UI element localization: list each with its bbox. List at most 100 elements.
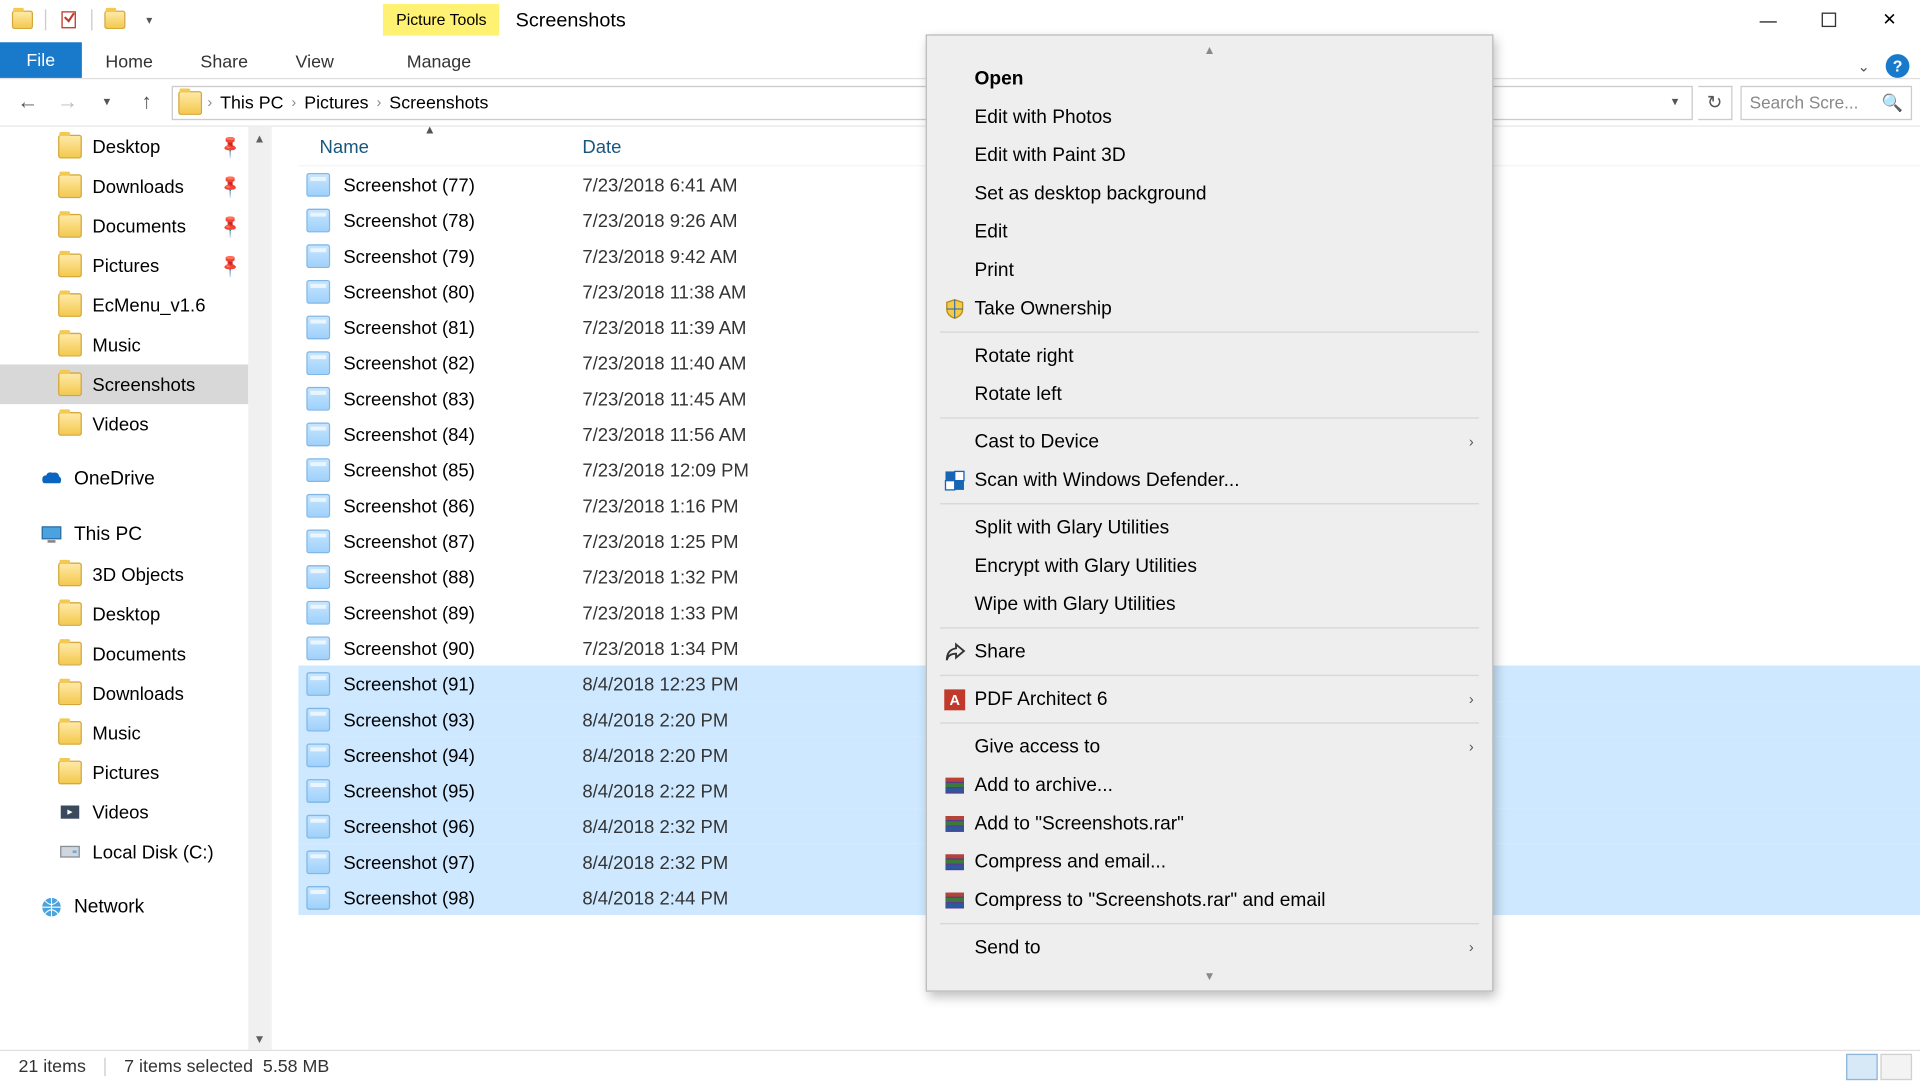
search-input[interactable]: Search Scre... 🔍 bbox=[1740, 85, 1912, 119]
menu-item[interactable]: Set as desktop background bbox=[927, 174, 1492, 212]
breadcrumb[interactable]: Screenshots bbox=[381, 92, 496, 112]
menu-item[interactable]: Rotate left bbox=[927, 375, 1492, 413]
blank-icon bbox=[940, 102, 969, 131]
file-name: Screenshot (87) bbox=[343, 530, 475, 551]
properties-icon[interactable] bbox=[54, 5, 83, 34]
menu-item[interactable]: Add to archive... bbox=[927, 766, 1492, 804]
close-button[interactable]: ✕ bbox=[1859, 0, 1920, 40]
sidebar-item-label: Local Disk (C:) bbox=[92, 841, 213, 862]
folder-icon bbox=[58, 372, 82, 396]
menu-item[interactable]: Open bbox=[927, 59, 1492, 97]
sidebar-item-quick[interactable]: EcMenu_v1.6 bbox=[0, 285, 248, 325]
maximize-button[interactable] bbox=[1799, 0, 1860, 40]
tab-manage[interactable]: Manage bbox=[383, 44, 495, 78]
sidebar-item-thispc[interactable]: Music bbox=[0, 713, 248, 753]
scrollbar[interactable]: ▲ ▼ bbox=[248, 127, 270, 1050]
file-name: Screenshot (93) bbox=[343, 708, 475, 729]
column-date[interactable]: Date bbox=[582, 135, 899, 156]
menu-item[interactable]: Give access to› bbox=[927, 728, 1492, 766]
sidebar-item-quick[interactable]: Desktop📌 bbox=[0, 127, 248, 167]
menu-item[interactable]: Encrypt with Glary Utilities bbox=[927, 547, 1492, 585]
sidebar-item-label: 3D Objects bbox=[92, 564, 183, 585]
menu-item[interactable]: Scan with Windows Defender... bbox=[927, 461, 1492, 499]
scroll-down-icon[interactable]: ▼ bbox=[927, 967, 1492, 985]
breadcrumb[interactable]: Pictures bbox=[296, 92, 376, 112]
sidebar-item-onedrive[interactable]: OneDrive bbox=[0, 460, 248, 500]
folder-icon bbox=[58, 642, 82, 666]
sidebar-item-thispc[interactable]: Local Disk (C:) bbox=[0, 832, 248, 872]
details-view-button[interactable] bbox=[1846, 1053, 1878, 1079]
navigation-pane[interactable]: Desktop📌Downloads📌Documents📌Pictures📌 EcM… bbox=[0, 127, 272, 1050]
menu-item[interactable]: Print bbox=[927, 251, 1492, 289]
menu-item[interactable]: Edit bbox=[927, 213, 1492, 251]
menu-item[interactable]: Split with Glary Utilities bbox=[927, 508, 1492, 546]
menu-item[interactable]: Edit with Photos bbox=[927, 98, 1492, 136]
menu-separator bbox=[940, 722, 1479, 723]
forward-button[interactable]: → bbox=[48, 83, 88, 123]
menu-item[interactable]: Send to› bbox=[927, 928, 1492, 966]
pdfa-icon: A bbox=[940, 685, 969, 714]
tab-view[interactable]: View bbox=[272, 44, 358, 78]
sidebar-item-thispc[interactable]: Downloads bbox=[0, 673, 248, 713]
status-item-count: 21 items bbox=[18, 1056, 85, 1076]
file-name: Screenshot (89) bbox=[343, 601, 475, 622]
scroll-down-icon[interactable]: ▼ bbox=[248, 1027, 270, 1049]
file-name: Screenshot (83) bbox=[343, 388, 475, 409]
contextual-tab: Picture Tools bbox=[383, 4, 500, 36]
menu-item[interactable]: Wipe with Glary Utilities bbox=[927, 585, 1492, 623]
scroll-up-icon[interactable]: ▲ bbox=[248, 127, 270, 149]
minimize-button[interactable]: — bbox=[1738, 0, 1799, 40]
sidebar-item-quick[interactable]: Music bbox=[0, 325, 248, 365]
up-button[interactable]: ↑ bbox=[127, 83, 167, 123]
sidebar-item-thispc[interactable]: Videos bbox=[0, 792, 248, 832]
qat-dropdown-icon[interactable]: ▾ bbox=[135, 5, 164, 34]
recent-dropdown-icon[interactable]: ▾ bbox=[87, 83, 127, 123]
menu-item[interactable]: Add to "Screenshots.rar" bbox=[927, 804, 1492, 842]
sidebar-item-thispc[interactable]: Documents bbox=[0, 634, 248, 674]
menu-item[interactable]: Take Ownership bbox=[927, 289, 1492, 327]
sidebar-item-network[interactable]: Network bbox=[0, 887, 248, 927]
expand-ribbon-icon[interactable]: ⌄ bbox=[1858, 57, 1870, 74]
image-file-icon bbox=[306, 707, 330, 731]
refresh-button[interactable]: ↻ bbox=[1698, 85, 1732, 119]
back-button[interactable]: ← bbox=[8, 83, 48, 123]
new-folder-icon[interactable] bbox=[100, 5, 129, 34]
tab-home[interactable]: Home bbox=[82, 44, 177, 78]
menu-item[interactable]: APDF Architect 6› bbox=[927, 680, 1492, 718]
file-date: 8/4/2018 2:20 PM bbox=[582, 708, 899, 729]
sidebar-item-this-pc[interactable]: This PC bbox=[0, 515, 248, 555]
address-dropdown-icon[interactable]: ▾ bbox=[1664, 95, 1686, 110]
sidebar-item-quick[interactable]: Screenshots bbox=[0, 364, 248, 404]
tab-share[interactable]: Share bbox=[177, 44, 272, 78]
image-file-icon bbox=[306, 565, 330, 589]
chevron-right-icon: › bbox=[1469, 940, 1474, 956]
image-file-icon bbox=[306, 814, 330, 838]
file-name: Screenshot (79) bbox=[343, 245, 475, 266]
menu-separator bbox=[940, 923, 1479, 924]
scroll-up-icon[interactable]: ▲ bbox=[927, 41, 1492, 59]
menu-item[interactable]: Compress to "Screenshots.rar" and email bbox=[927, 881, 1492, 919]
help-button[interactable]: ? bbox=[1886, 54, 1910, 78]
menu-item[interactable]: Edit with Paint 3D bbox=[927, 136, 1492, 174]
menu-item[interactable]: Cast to Device› bbox=[927, 423, 1492, 461]
sidebar-item-quick[interactable]: Pictures📌 bbox=[0, 246, 248, 286]
sidebar-item-quick[interactable]: Videos bbox=[0, 404, 248, 444]
breadcrumb[interactable]: This PC bbox=[212, 92, 291, 112]
sidebar-item-quick[interactable]: Documents📌 bbox=[0, 206, 248, 246]
sidebar-item-thispc[interactable]: Desktop bbox=[0, 594, 248, 634]
sidebar-item-thispc[interactable]: 3D Objects bbox=[0, 555, 248, 595]
column-name[interactable]: Name ▲ bbox=[298, 135, 582, 156]
thumbnails-view-button[interactable] bbox=[1880, 1053, 1912, 1079]
file-name: Screenshot (88) bbox=[343, 566, 475, 587]
menu-item-label: Share bbox=[975, 641, 1474, 662]
sidebar-item-label: EcMenu_v1.6 bbox=[92, 294, 205, 315]
image-file-icon bbox=[306, 172, 330, 196]
menu-item[interactable]: Compress and email... bbox=[927, 842, 1492, 880]
menu-item[interactable]: Share bbox=[927, 633, 1492, 671]
context-menu[interactable]: ▲ OpenEdit with PhotosEdit with Paint 3D… bbox=[926, 34, 1494, 991]
sidebar-item-thispc[interactable]: Pictures bbox=[0, 753, 248, 793]
file-name: Screenshot (96) bbox=[343, 815, 475, 836]
sidebar-item-quick[interactable]: Downloads📌 bbox=[0, 166, 248, 206]
menu-item[interactable]: Rotate right bbox=[927, 337, 1492, 375]
file-tab[interactable]: File bbox=[0, 42, 82, 78]
